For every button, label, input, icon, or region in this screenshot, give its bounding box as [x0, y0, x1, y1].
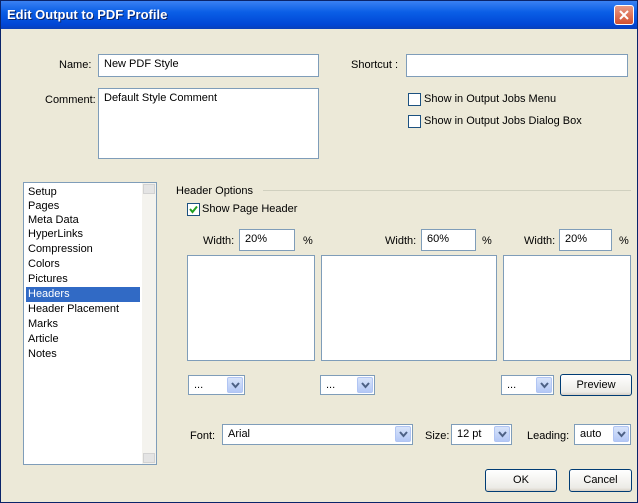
size-select-value: 12 pt	[457, 428, 482, 440]
shortcut-input[interactable]	[406, 54, 628, 77]
show-in-dialog-checkbox[interactable]	[408, 115, 421, 128]
cancel-button[interactable]: Cancel	[569, 469, 632, 492]
dropdown-arrow-icon[interactable]	[613, 426, 629, 442]
name-input[interactable]: New PDF Style	[98, 54, 319, 77]
list-scrollbar[interactable]	[142, 183, 156, 464]
ok-button[interactable]: OK	[485, 469, 557, 492]
width-label-center: Width:	[385, 235, 417, 247]
font-select[interactable]: Arial	[222, 424, 413, 445]
name-label: Name:	[59, 59, 92, 71]
category-list[interactable]: Setup Pages Meta Data HyperLinks Compres…	[23, 182, 157, 465]
show-page-header-label: Show Page Header	[202, 203, 298, 215]
group-divider	[263, 190, 631, 191]
show-in-dialog-label: Show in Output Jobs Dialog Box	[424, 115, 582, 127]
list-item-meta-data[interactable]: Meta Data	[26, 213, 79, 228]
header-left-pane[interactable]	[187, 255, 315, 361]
list-item-headers[interactable]: Headers	[26, 287, 140, 302]
header-options-title: Header Options	[176, 185, 254, 197]
list-item-hyperlinks[interactable]: HyperLinks	[26, 227, 83, 242]
list-item-colors[interactable]: Colors	[26, 257, 60, 272]
list-item-header-placement[interactable]: Header Placement	[26, 302, 119, 317]
width-input-left[interactable]: 20%	[239, 229, 295, 251]
variable-combo-left-value: ...	[194, 379, 204, 391]
width-input-center[interactable]: 60%	[421, 229, 476, 251]
comment-label: Comment:	[45, 94, 96, 106]
leading-select[interactable]: auto	[574, 424, 631, 445]
percent-label-center: %	[482, 235, 492, 247]
font-label: Font:	[190, 430, 216, 442]
show-in-menu-checkbox[interactable]	[408, 93, 421, 106]
show-page-header-checkbox[interactable]	[187, 203, 200, 216]
list-item-setup[interactable]: Setup	[26, 185, 57, 200]
leading-label: Leading:	[527, 430, 570, 442]
scroll-up-arrow[interactable]	[143, 184, 155, 194]
dropdown-arrow-icon[interactable]	[536, 377, 552, 393]
variable-combo-right-value: ...	[507, 379, 517, 391]
header-right-pane[interactable]	[503, 255, 631, 361]
list-item-pages[interactable]: Pages	[26, 199, 59, 214]
dialog-window: Edit Output to PDF Profile Name: New PDF…	[0, 0, 638, 503]
variable-combo-right[interactable]: ...	[501, 375, 554, 395]
leading-select-value: auto	[580, 428, 602, 440]
percent-label-left: %	[303, 235, 313, 247]
dropdown-arrow-icon[interactable]	[357, 377, 373, 393]
scroll-down-arrow[interactable]	[143, 453, 155, 463]
dropdown-arrow-icon[interactable]	[395, 426, 411, 442]
close-icon	[619, 10, 629, 20]
size-label: Size:	[425, 430, 450, 442]
list-item-compression[interactable]: Compression	[26, 242, 93, 257]
list-item-pictures[interactable]: Pictures	[26, 272, 68, 287]
variable-combo-left[interactable]: ...	[188, 375, 245, 395]
list-item-notes[interactable]: Notes	[26, 347, 57, 362]
dropdown-arrow-icon[interactable]	[227, 377, 243, 393]
window-title: Edit Output to PDF Profile	[7, 7, 168, 22]
width-input-right[interactable]: 20%	[559, 229, 612, 251]
percent-label-right: %	[619, 235, 629, 247]
comment-textarea[interactable]: Default Style Comment	[98, 88, 319, 159]
preview-button[interactable]: Preview	[560, 374, 632, 396]
checkmark-icon	[189, 205, 198, 214]
close-button[interactable]	[614, 5, 634, 25]
size-select[interactable]: 12 pt	[451, 424, 512, 445]
variable-combo-center[interactable]: ...	[320, 375, 375, 395]
list-item-marks[interactable]: Marks	[26, 317, 58, 332]
show-in-menu-label: Show in Output Jobs Menu	[424, 93, 557, 105]
dropdown-arrow-icon[interactable]	[494, 426, 510, 442]
width-label-left: Width:	[203, 235, 235, 247]
header-center-pane[interactable]	[321, 255, 497, 361]
width-label-right: Width:	[524, 235, 556, 247]
variable-combo-center-value: ...	[326, 379, 336, 391]
title-bar[interactable]: Edit Output to PDF Profile	[1, 1, 637, 29]
font-select-value: Arial	[228, 428, 251, 440]
shortcut-label: Shortcut :	[351, 59, 399, 71]
list-item-article[interactable]: Article	[26, 332, 59, 347]
